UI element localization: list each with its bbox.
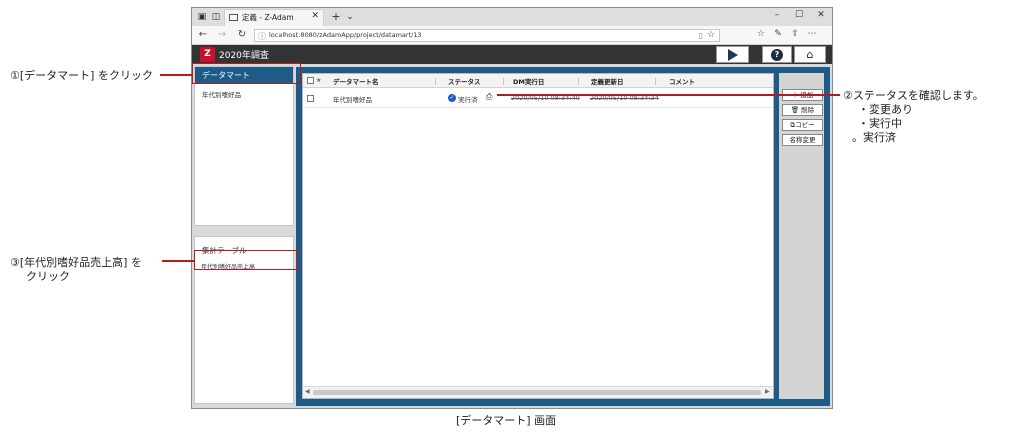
star-column-icon: ★ [316, 77, 322, 84]
callout-2-item-3: 。実行済 [852, 131, 896, 144]
column-divider [655, 78, 656, 85]
datamart-frame: ★ データマート名 ステータス DM実行日 定義更新日 コメント 年代別嗜好品 … [296, 67, 830, 406]
callout-line-2 [497, 94, 840, 96]
datamart-list-item[interactable]: 年代別嗜好品 [202, 89, 241, 99]
tab-list-chevron-icon[interactable]: ⌄ [344, 11, 356, 23]
app-body: データマート 年代別嗜好品 集計テーブル 年代別嗜好品売上高 ★ データマート名… [192, 64, 832, 408]
copy-button[interactable]: ⧉コピー [782, 119, 823, 131]
column-divider [503, 78, 504, 85]
highlight-datamart-tab [192, 63, 301, 84]
copy-button-label: コピー [795, 121, 815, 129]
refresh-icon[interactable]: ↻ [236, 29, 248, 40]
datamart-grid: ★ データマート名 ステータス DM実行日 定義更新日 コメント 年代別嗜好品 … [302, 73, 774, 399]
share-icon[interactable]: ⇪ [789, 29, 801, 39]
row-checkbox[interactable] [307, 95, 314, 102]
back-icon[interactable]: ← [197, 29, 209, 40]
column-header-comment[interactable]: コメント [669, 76, 695, 86]
rename-button[interactable]: 名称変更 [782, 134, 823, 146]
forward-icon[interactable]: → [216, 29, 228, 40]
play-icon [727, 49, 738, 61]
column-header-dm-run-date[interactable]: DM実行日 [513, 76, 544, 86]
datamart-panel: データマート 年代別嗜好品 [194, 66, 294, 226]
row-name: 年代別嗜好品 [333, 96, 372, 104]
url-field[interactable]: ⓘ localhost:8080/zAdamApp/project/datama… [254, 29, 720, 42]
more-icon[interactable]: ⋯ [806, 29, 818, 39]
tab-aside-icon[interactable]: ◫ [210, 11, 222, 23]
info-icon: ⓘ [258, 32, 266, 41]
new-tab-icon[interactable]: + [330, 11, 342, 23]
close-window-icon[interactable]: ✕ [814, 10, 828, 20]
browser-tab[interactable]: 定義 - Z-Adam ✕ [224, 9, 324, 26]
app-header: Z 2020年調査 ? ⌂ [192, 45, 832, 64]
pen-icon[interactable]: ✎ [772, 29, 784, 39]
screen-caption: [データマート] 画面 [456, 414, 557, 427]
favorites-icon[interactable]: ☆ [755, 29, 767, 39]
row-status: 実行済 [458, 96, 478, 104]
delete-button[interactable]: 🗑 削除 [782, 104, 823, 116]
callout-line-1 [160, 74, 192, 76]
maximize-icon[interactable]: ☐ [792, 10, 806, 20]
grid-header: ★ データマート名 ステータス DM実行日 定義更新日 コメント [303, 74, 773, 88]
address-bar: ← → ↻ ⓘ localhost:8080/zAdamApp/project/… [192, 26, 832, 45]
close-tab-icon[interactable]: ✕ [311, 11, 319, 21]
print-icon[interactable]: ⎙ [486, 92, 492, 102]
app-title: 2020年調査 [219, 51, 269, 61]
page-icon [229, 14, 238, 21]
action-sidebar: ＋ 追加 🗑 削除 ⧉コピー 名称変更 [779, 73, 824, 399]
table-row[interactable]: 年代別嗜好品 ✓ 実行済 ⎙ 2020/05/10 08:34:40 2020/… [303, 89, 773, 108]
tab-title: 定義 - Z-Adam [242, 13, 294, 22]
column-header-def-update-date[interactable]: 定義更新日 [591, 76, 624, 86]
home-button[interactable]: ⌂ [794, 46, 826, 63]
highlight-aggregate-item [194, 250, 298, 270]
app-logo-icon: Z [200, 47, 215, 62]
home-icon: ⌂ [806, 48, 814, 61]
column-header-name[interactable]: データマート名 [333, 76, 379, 86]
callout-1: ①[データマート] をクリック [10, 69, 153, 82]
check-circle-icon: ✓ [448, 94, 456, 102]
callout-3-line-2: クリック [26, 270, 70, 283]
scroll-right-icon[interactable]: ▶ [765, 388, 770, 395]
scroll-thumb[interactable] [313, 390, 761, 395]
favorite-star-icon[interactable]: ☆ [707, 30, 715, 40]
tab-bar: ▣ ◫ 定義 - Z-Adam ✕ + ⌄ – ☐ ✕ [192, 8, 832, 26]
column-header-status[interactable]: ステータス [448, 76, 481, 86]
tab-actions-icon[interactable]: ▣ [196, 11, 208, 23]
url-text: localhost:8080/zAdamApp/project/datamart… [269, 31, 422, 39]
scroll-left-icon[interactable]: ◀ [305, 388, 310, 395]
horizontal-scrollbar[interactable]: ◀ ▶ [303, 386, 773, 398]
callout-line-3 [162, 260, 194, 262]
help-icon: ? [771, 49, 783, 61]
select-all-checkbox[interactable] [307, 77, 314, 84]
column-divider [435, 78, 436, 85]
run-button[interactable] [716, 46, 749, 63]
reading-view-icon[interactable]: ▯ [699, 31, 703, 40]
help-button[interactable]: ? [762, 46, 792, 63]
minimize-icon[interactable]: – [770, 10, 784, 20]
column-divider [578, 78, 579, 85]
